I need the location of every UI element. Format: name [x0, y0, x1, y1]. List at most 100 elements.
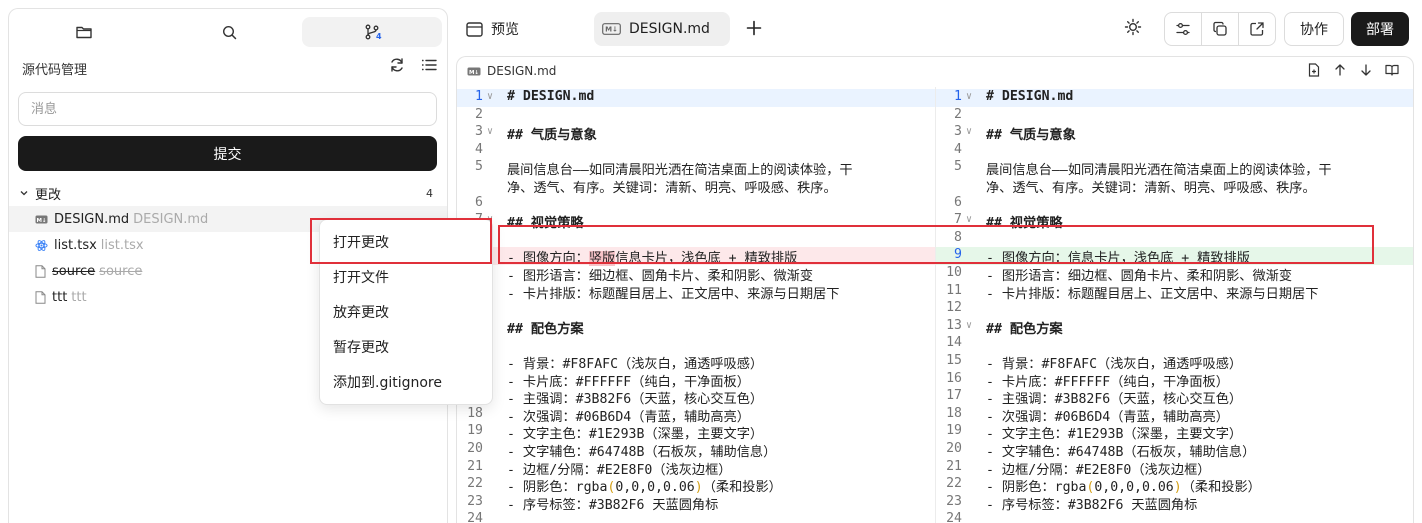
svg-text:M↓: M↓: [605, 26, 618, 34]
toolbar-button-group: [1164, 12, 1276, 46]
copy-button[interactable]: [1202, 13, 1239, 45]
code-text: - 卡片排版：标题醒目居上、正文居中、来源与日期居下: [986, 286, 1319, 302]
code-text: - 边框/分隔：#E2E8F0（浅灰边框）: [986, 462, 1211, 478]
code-text: - 卡片底：#FFFFFF（纯白，干净面板）: [507, 374, 750, 390]
code-text: - 图形语言：细边框、圆角卡片、柔和阴影、微渐变: [986, 269, 1293, 284]
code-text: # DESIGN.md: [986, 89, 1074, 104]
line-number: 22: [467, 476, 483, 492]
explorer-tab[interactable]: [49, 17, 119, 47]
code-line: 17 - 主强调：#3B82F6（天蓝，核心交互色）: [457, 388, 977, 407]
line-number: 19: [946, 423, 962, 439]
line-number: 20: [946, 441, 962, 456]
code-text: - 次强调：#06B6D4（青蓝，辅助高亮）: [986, 409, 1229, 425]
code-line: 22 - 阴影色：rgba(0,0,0,0.06)（柔和投影）: [936, 476, 1413, 495]
code-line: 19 - 文字主色：#1E293B（深墨，主要文字）: [457, 423, 977, 442]
arrow-down-icon[interactable]: [1359, 63, 1373, 77]
tab-preview[interactable]: 预览: [456, 12, 529, 46]
line-number: 23: [946, 493, 962, 509]
code-line: 14: [457, 335, 977, 353]
refresh-icon[interactable]: [389, 57, 405, 73]
settings-button[interactable]: [1165, 13, 1202, 45]
line-number: 23: [467, 493, 483, 509]
markdown-file-icon: M↓: [467, 67, 481, 75]
fold-chevron-icon[interactable]: ∨: [487, 126, 493, 137]
source-control-tab[interactable]: 4: [302, 17, 442, 47]
code-text: - 次强调：#06B6D4（青蓝，辅助高亮）: [507, 409, 750, 425]
code-line: 15 - 背景：#F8FAFC（浅灰白，通透呼吸感）: [457, 353, 977, 372]
line-number: 3: [475, 124, 483, 140]
browser-window-icon: [466, 21, 483, 37]
commit-message-input[interactable]: [18, 92, 437, 126]
menu-item-stage-changes[interactable]: 暂存更改: [320, 329, 492, 364]
sliders-icon: [1176, 22, 1190, 36]
diff-modified-pane[interactable]: 1 ∨ # DESIGN.md 2 3 ∨ ## 气质与意象 4 5 晨间信息台——如同清晨阳光洒…: [935, 87, 1413, 523]
line-number: 24: [467, 511, 483, 523]
line-number: 3: [954, 124, 962, 140]
editor-topbar: 预览 M↓ DESIGN.md 协作 部署: [456, 8, 1422, 52]
tab-preview-label: 预览: [491, 22, 519, 38]
code-text: - 序号标签：#3B82F6 天蓝圆角标: [986, 497, 1198, 513]
changes-label: 更改: [35, 187, 62, 203]
fold-chevron-icon[interactable]: ∨: [966, 126, 972, 137]
list-view-icon[interactable]: [421, 57, 437, 73]
folder-icon: [76, 26, 92, 39]
code-text: 净、透气、有序。关键词：清新、明亮、呼吸感、秩序。: [507, 181, 837, 196]
code-line: 16 - 卡片底：#FFFFFF（纯白，干净面板）: [936, 371, 1413, 390]
file-name: ttt: [52, 289, 68, 305]
fold-chevron-icon[interactable]: ∨: [487, 91, 493, 102]
fold-chevron-icon[interactable]: ∨: [966, 320, 972, 331]
menu-item-open-changes[interactable]: 打开更改: [320, 224, 492, 259]
code-line: - 卡片排版：标题醒目居上、正文居中、来源与日期居下: [457, 283, 977, 302]
line-number: 4: [954, 141, 962, 157]
line-number: 1: [475, 89, 483, 104]
editor-filename: DESIGN.md: [487, 64, 557, 78]
line-number: 2: [475, 106, 483, 122]
file-path: ttt: [71, 289, 87, 305]
deploy-button[interactable]: 部署: [1351, 12, 1409, 46]
scm-actions: [389, 57, 437, 73]
code-text: - 卡片排版：标题醒目居上、正文居中、来源与日期居下: [507, 286, 840, 302]
changes-group-header[interactable]: 更改 4: [19, 183, 437, 203]
menu-item-add-to-gitignore[interactable]: 添加到.gitignore: [320, 364, 492, 399]
code-text: - 文字主色：#1E293B（深墨，主要文字）: [986, 427, 1243, 443]
code-line: 13 ## 配色方案: [457, 318, 977, 337]
line-number: 10: [946, 265, 962, 280]
tab-design-md[interactable]: M↓ DESIGN.md: [594, 12, 730, 46]
tab-file-label: DESIGN.md: [629, 21, 710, 37]
file-path: source: [99, 263, 143, 279]
line-number: 8: [954, 229, 962, 245]
react-file-icon: [35, 239, 48, 251]
search-tab[interactable]: [194, 17, 264, 47]
open-file-icon[interactable]: [1307, 63, 1321, 77]
code-text: - 阴影色：rgba(0,0,0,0.06)（柔和投影）: [507, 480, 782, 496]
file-path: DESIGN.md: [133, 211, 209, 227]
menu-item-discard-changes[interactable]: 放弃更改: [320, 294, 492, 329]
line-number: 6: [954, 194, 962, 210]
code-line: 20 - 文字辅色：#64748B（石板灰，辅助信息）: [457, 441, 977, 460]
fold-chevron-icon[interactable]: ∨: [966, 214, 972, 225]
code-line: 2: [457, 107, 977, 125]
line-number: 9: [954, 247, 962, 263]
line-number: 19: [467, 423, 483, 439]
add-tab-button[interactable]: [742, 16, 766, 40]
line-number: 18: [946, 405, 962, 421]
commit-button[interactable]: 提交: [18, 136, 437, 171]
book-open-icon[interactable]: [1385, 63, 1399, 77]
code-text: ## 视觉策略: [986, 216, 1063, 232]
open-external-button[interactable]: [1239, 13, 1275, 45]
code-text: - 文字辅色：#64748B（石板灰，辅助信息）: [986, 445, 1256, 460]
collaborate-button[interactable]: 协作: [1284, 12, 1344, 46]
line-number: 7: [954, 212, 962, 228]
arrow-up-icon[interactable]: [1333, 63, 1347, 77]
code-text: # DESIGN.md: [507, 89, 595, 104]
diff-original-pane[interactable]: 1 ∨ # DESIGN.md 2 3 ∨ ## 气质与意象 4 5 晨间信息台——如同清晨阳光洒…: [457, 87, 977, 523]
theme-toggle-icon[interactable]: [1124, 18, 1142, 36]
file-icon: [35, 264, 46, 278]
fold-chevron-icon[interactable]: ∨: [966, 91, 972, 102]
code-line: 17 - 主强调：#3B82F6（天蓝，核心交互色）: [936, 388, 1413, 407]
plus-icon: [746, 20, 762, 36]
menu-item-open-file[interactable]: 打开文件: [320, 259, 492, 294]
file-path: list.tsx: [100, 237, 144, 253]
